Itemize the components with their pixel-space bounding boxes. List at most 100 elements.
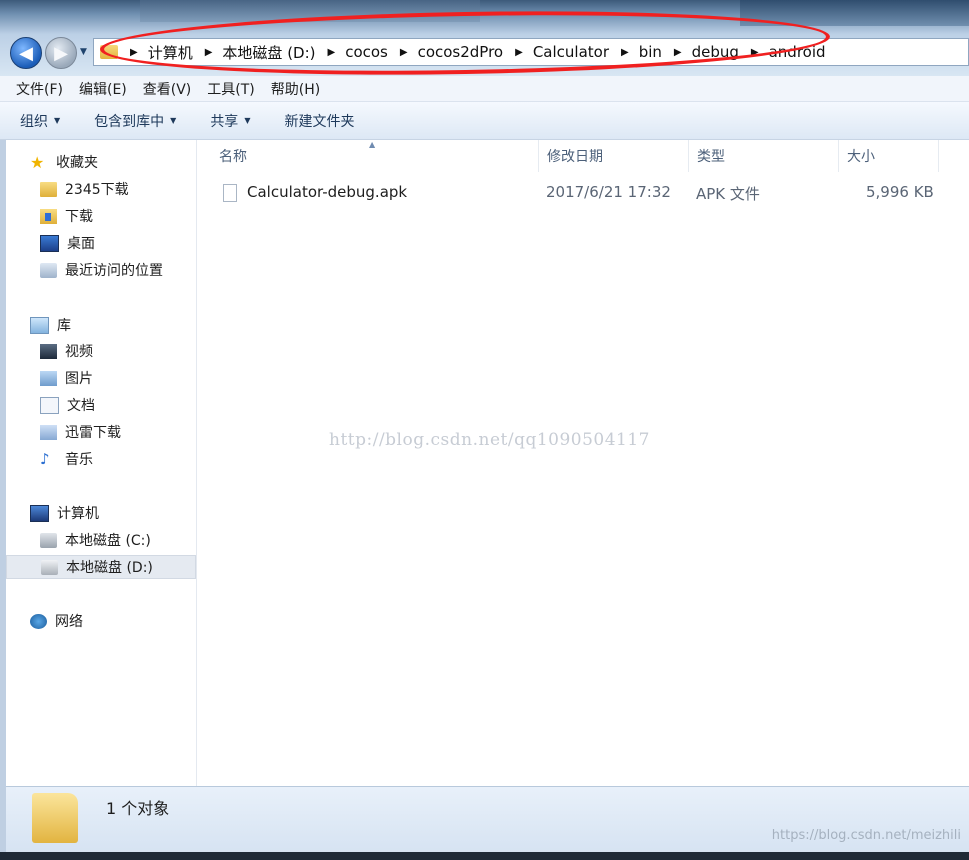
background-window: [140, 0, 480, 22]
nav-label: 库: [57, 318, 71, 334]
nav-pictures[interactable]: 图片: [6, 366, 196, 390]
nav-videos[interactable]: 视频: [6, 339, 196, 363]
download-folder-icon: [40, 208, 57, 224]
back-arrow-icon: ◀: [19, 42, 33, 64]
drive-icon: [41, 559, 58, 575]
nav-label: 网络: [55, 614, 83, 630]
nav-favorites[interactable]: ★ 收藏夹: [6, 150, 196, 174]
menu-tools[interactable]: 工具(T): [199, 79, 262, 99]
include-library-label: 包含到库中: [94, 113, 165, 130]
nav-2345-downloads[interactable]: 2345下载: [6, 177, 196, 201]
navigation-pane: ★ 收藏夹 2345下载 下载 桌面 最近访问的位置 库 视频 图片 文档 迅雷下…: [6, 140, 197, 786]
menu-view[interactable]: 查看(V): [135, 79, 200, 99]
breadcrumb-calculator[interactable]: Calculator: [533, 43, 609, 61]
column-size[interactable]: 大小: [839, 140, 939, 172]
file-size: 5,996 KB: [866, 183, 934, 201]
breadcrumb: ▶ 计算机 ▶ 本地磁盘 (D:) ▶ cocos ▶ cocos2dPro ▶…: [118, 42, 826, 63]
menu-file[interactable]: 文件(F): [8, 79, 71, 99]
breadcrumb-computer[interactable]: 计算机: [148, 42, 193, 63]
new-folder-button[interactable]: 新建文件夹: [284, 111, 354, 131]
breadcrumb-cocos2dpro[interactable]: cocos2dPro: [418, 43, 504, 61]
pictures-library-icon: [40, 370, 57, 386]
nav-drive-c[interactable]: 本地磁盘 (C:): [6, 528, 196, 552]
nav-label: 图片: [65, 371, 93, 387]
nav-label: 2345下载: [65, 182, 129, 198]
nav-recent-places[interactable]: 最近访问的位置: [6, 258, 196, 282]
chevron-down-icon: ▼: [54, 116, 61, 125]
nav-desktop[interactable]: 桌面: [6, 231, 196, 255]
file-modified: 2017/6/21 17:32: [546, 183, 671, 201]
recent-places-icon: [40, 262, 57, 278]
details-pane: 1 个对象 https://blog.csdn.net/meizhili: [6, 786, 969, 853]
nav-label: 迅雷下载: [65, 425, 121, 441]
column-label: 类型: [697, 149, 725, 165]
breadcrumb-separator-icon[interactable]: ▶: [515, 47, 523, 58]
forward-button[interactable]: ▶: [45, 37, 77, 69]
menu-edit[interactable]: 编辑(E): [71, 79, 135, 99]
nav-thunder-downloads[interactable]: 迅雷下载: [6, 420, 196, 444]
nav-documents[interactable]: 文档: [6, 393, 196, 417]
share-button[interactable]: 共享 ▼: [210, 111, 250, 131]
column-modified[interactable]: 修改日期: [539, 140, 689, 172]
breadcrumb-separator-icon[interactable]: ▶: [400, 47, 408, 58]
thunder-library-icon: [40, 424, 57, 440]
chevron-down-icon: ▼: [244, 116, 251, 125]
breadcrumb-drive-d[interactable]: 本地磁盘 (D:): [222, 42, 315, 63]
nav-label: 视频: [65, 344, 93, 360]
file-row[interactable]: Calculator-debug.apk 2017/6/21 17:32 APK…: [217, 183, 957, 205]
recent-pages-dropdown[interactable]: ▼: [80, 47, 87, 57]
breadcrumb-separator-icon[interactable]: ▶: [751, 47, 759, 58]
file-list: ▲ 名称 修改日期 类型 大小 Calculator-debug.apk 201…: [197, 140, 969, 786]
breadcrumb-separator-icon[interactable]: ▶: [328, 47, 336, 58]
video-library-icon: [40, 343, 57, 359]
column-type[interactable]: 类型: [689, 140, 839, 172]
column-label: 修改日期: [547, 149, 603, 165]
nav-label: 桌面: [67, 236, 95, 252]
item-count: 1 个对象: [106, 799, 170, 818]
taskbar-edge: [0, 852, 969, 860]
forward-arrow-icon: ▶: [54, 42, 68, 64]
nav-label: 下载: [65, 209, 93, 225]
breadcrumb-separator-icon[interactable]: ▶: [205, 47, 213, 58]
breadcrumb-bin[interactable]: bin: [639, 43, 662, 61]
nav-label: 最近访问的位置: [65, 263, 163, 279]
address-bar[interactable]: ▶ 计算机 ▶ 本地磁盘 (D:) ▶ cocos ▶ cocos2dPro ▶…: [93, 38, 969, 66]
nav-label: 文档: [67, 398, 95, 414]
network-globe-icon: [30, 613, 47, 629]
nav-drive-d[interactable]: 本地磁盘 (D:): [6, 555, 196, 579]
breadcrumb-separator-icon[interactable]: ▶: [130, 47, 138, 58]
file-type: APK 文件: [696, 185, 760, 203]
include-in-library-button[interactable]: 包含到库中 ▼: [94, 111, 176, 131]
command-bar: 组织 ▼ 包含到库中 ▼ 共享 ▼ 新建文件夹: [0, 102, 969, 140]
breadcrumb-separator-icon[interactable]: ▶: [621, 47, 629, 58]
folder-icon: [100, 45, 118, 59]
documents-library-icon: [40, 396, 59, 414]
share-label: 共享: [210, 113, 239, 130]
back-button[interactable]: ◀: [10, 37, 42, 69]
breadcrumb-cocos[interactable]: cocos: [345, 43, 388, 61]
column-label: 名称: [219, 149, 247, 165]
breadcrumb-android[interactable]: android: [769, 43, 826, 61]
nav-label: 计算机: [57, 506, 99, 522]
organize-label: 组织: [20, 113, 48, 130]
nav-network[interactable]: 网络: [6, 609, 196, 633]
nav-libraries[interactable]: 库: [6, 313, 196, 337]
breadcrumb-debug[interactable]: debug: [692, 43, 739, 61]
computer-icon: [30, 504, 49, 522]
organize-button[interactable]: 组织 ▼: [20, 111, 60, 131]
breadcrumb-separator-icon[interactable]: ▶: [674, 47, 682, 58]
watermark-text: http://blog.csdn.net/qq1090504117: [329, 430, 650, 450]
menu-bar: 文件(F) 编辑(E) 查看(V) 工具(T) 帮助(H): [0, 76, 969, 102]
new-folder-label: 新建文件夹: [284, 113, 355, 130]
nav-music[interactable]: ♪ 音乐: [6, 447, 196, 471]
folder-icon: [32, 793, 78, 843]
menu-help[interactable]: 帮助(H): [263, 79, 328, 99]
column-name[interactable]: 名称: [211, 140, 539, 172]
column-label: 大小: [847, 149, 875, 165]
nav-computer[interactable]: 计算机: [6, 501, 196, 525]
nav-downloads[interactable]: 下载: [6, 204, 196, 228]
music-note-icon: ♪: [40, 449, 50, 468]
chevron-down-icon: ▼: [170, 116, 177, 125]
desktop-icon: [40, 234, 59, 252]
system-drive-icon: [40, 532, 57, 548]
